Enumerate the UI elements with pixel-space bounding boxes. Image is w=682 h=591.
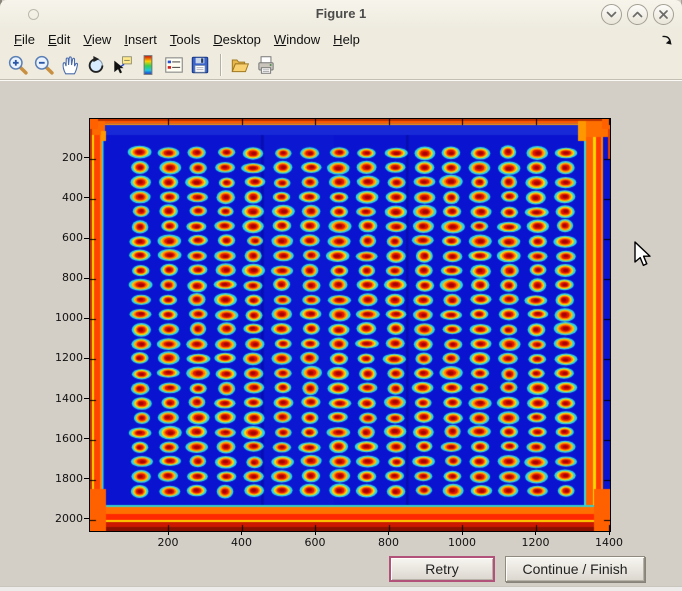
y-tick-label: 1400 (33, 392, 83, 405)
y-tick-mark (84, 358, 89, 359)
data-cursor-icon[interactable] (110, 53, 134, 77)
y-tick-mark (84, 238, 89, 239)
y-tick-mark (84, 518, 89, 519)
y-tick-mark (84, 157, 89, 158)
x-tick-label: 1200 (514, 536, 558, 549)
x-tick-mark (315, 531, 316, 535)
window-title: Figure 1 (0, 6, 682, 21)
menu-help[interactable]: Help (333, 32, 360, 47)
heatmap-image[interactable] (90, 119, 610, 531)
menu-desktop[interactable]: Desktop (213, 32, 261, 47)
menu-file[interactable]: File (14, 32, 35, 47)
y-tick-mark (84, 318, 89, 319)
insert-legend-icon[interactable] (162, 53, 186, 77)
window-titlebar: Figure 1 (0, 0, 682, 29)
mouse-cursor-icon (633, 241, 653, 269)
x-icon (654, 5, 673, 24)
minimize-button[interactable] (601, 4, 622, 25)
colorbar-icon[interactable] (136, 53, 160, 77)
chevron-up-icon (628, 5, 647, 24)
y-tick-mark (84, 438, 89, 439)
x-tick-mark (609, 531, 610, 535)
save-icon[interactable] (188, 53, 212, 77)
y-tick-label: 2000 (33, 512, 83, 525)
close-button[interactable] (653, 4, 674, 25)
x-tick-label: 1000 (440, 536, 484, 549)
x-tick-mark (535, 531, 536, 535)
y-tick-label: 1000 (33, 311, 83, 324)
y-tick-label: 1200 (33, 351, 83, 364)
toolbar (0, 50, 682, 80)
toolbar-separator (220, 54, 222, 76)
print-icon[interactable] (254, 53, 278, 77)
figure-window: Figure 1 File Edit View Insert Tools Desktop W… (0, 0, 682, 591)
zoom-in-icon[interactable] (6, 53, 30, 77)
y-tick-mark (84, 197, 89, 198)
x-tick-mark (241, 531, 242, 535)
menu-tools[interactable]: Tools (170, 32, 200, 47)
menu-window[interactable]: Window (274, 32, 320, 47)
y-tick-label: 600 (33, 231, 83, 244)
y-tick-label: 1800 (33, 472, 83, 485)
menu-insert[interactable]: Insert (124, 32, 157, 47)
x-tick-label: 600 (293, 536, 337, 549)
y-tick-label: 400 (33, 191, 83, 204)
y-tick-label: 800 (33, 271, 83, 284)
x-tick-label: 400 (220, 536, 264, 549)
maximize-button[interactable] (627, 4, 648, 25)
x-tick-label: 1400 (587, 536, 631, 549)
open-folder-icon[interactable] (228, 53, 252, 77)
plot-axes (89, 118, 611, 532)
x-tick-mark (168, 531, 169, 535)
y-tick-mark (84, 278, 89, 279)
figure-canvas-area (0, 80, 682, 587)
rotate-3d-icon[interactable] (84, 53, 108, 77)
y-tick-mark (84, 478, 89, 479)
y-tick-label: 200 (33, 151, 83, 164)
menu-edit[interactable]: Edit (48, 32, 70, 47)
retry-button[interactable]: Retry (389, 556, 495, 582)
x-tick-mark (388, 531, 389, 535)
y-tick-label: 1600 (33, 432, 83, 445)
pan-hand-icon[interactable] (58, 53, 82, 77)
menu-bar: File Edit View Insert Tools Desktop Window Help (0, 28, 682, 50)
chevron-down-icon (602, 5, 621, 24)
x-tick-label: 200 (146, 536, 190, 549)
x-tick-label: 800 (367, 536, 411, 549)
window-bottom-edge (0, 586, 682, 591)
y-tick-mark (84, 398, 89, 399)
menu-view[interactable]: View (83, 32, 111, 47)
dock-arrow-icon[interactable] (660, 33, 673, 49)
continue-finish-button[interactable]: Continue / Finish (505, 556, 645, 582)
zoom-out-icon[interactable] (32, 53, 56, 77)
x-tick-mark (462, 531, 463, 535)
